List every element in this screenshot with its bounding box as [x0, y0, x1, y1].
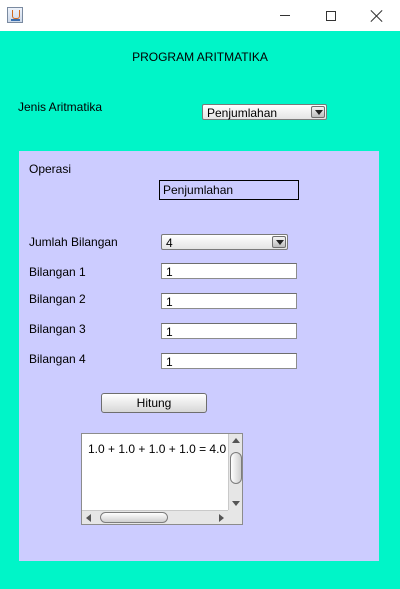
scroll-right-arrow-icon[interactable]: [219, 514, 224, 522]
minimize-icon: [280, 15, 290, 16]
main-content: PROGRAM ARITMATIKA Jenis Aritmatika Penj…: [0, 31, 400, 589]
operation-panel: Operasi Penjumlahan Jumlah Bilangan Bila…: [19, 151, 379, 561]
bilangan-3-field[interactable]: 1: [161, 323, 297, 339]
jenis-aritmatika-selected: Penjumlahan: [207, 106, 278, 120]
bilangan-1-field[interactable]: 1: [161, 263, 297, 279]
horizontal-scroll-thumb[interactable]: [100, 512, 168, 523]
jumlah-bilangan-combo[interactable]: 4: [161, 234, 288, 250]
jumlah-bilangan-selected: 4: [166, 236, 173, 250]
vertical-scrollbar[interactable]: [228, 434, 242, 510]
scroll-up-arrow-icon[interactable]: [232, 438, 240, 443]
horizontal-scrollbar[interactable]: [82, 510, 228, 524]
jumlah-bilangan-label: Jumlah Bilangan: [29, 235, 118, 249]
chevron-down-icon[interactable]: [311, 106, 325, 118]
close-button[interactable]: [354, 0, 400, 31]
operasi-value-box: Penjumlahan: [159, 180, 299, 200]
hitung-button[interactable]: Hitung: [101, 393, 207, 413]
bilangan-4-field[interactable]: 1: [161, 353, 297, 369]
bilangan-2-label: Bilangan 2: [29, 292, 86, 306]
jenis-aritmatika-label: Jenis Aritmatika: [18, 100, 103, 114]
bilangan-3-label: Bilangan 3: [29, 322, 86, 336]
java-cup-icon: [7, 7, 23, 23]
result-text: 1.0 + 1.0 + 1.0 + 1.0 = 4.0: [88, 442, 227, 456]
scroll-down-arrow-icon[interactable]: [232, 501, 240, 506]
bilangan-2-field[interactable]: 1: [161, 293, 297, 309]
result-scroll-pane[interactable]: 1.0 + 1.0 + 1.0 + 1.0 = 4.0: [81, 433, 243, 525]
page-title: PROGRAM ARITMATIKA: [132, 50, 268, 64]
maximize-icon: [326, 10, 336, 21]
minimize-button[interactable]: [262, 0, 308, 31]
jenis-aritmatika-combo[interactable]: Penjumlahan: [202, 104, 327, 120]
vertical-scroll-thumb[interactable]: [230, 452, 242, 484]
scroll-corner: [228, 510, 242, 524]
close-icon: [371, 10, 383, 22]
bilangan-1-label: Bilangan 1: [29, 265, 86, 279]
title-bar: [0, 0, 400, 31]
chevron-down-icon[interactable]: [272, 236, 286, 248]
bilangan-4-label: Bilangan 4: [29, 352, 86, 366]
operasi-label: Operasi: [29, 162, 72, 176]
scroll-left-arrow-icon[interactable]: [86, 514, 91, 522]
maximize-button[interactable]: [308, 0, 354, 31]
